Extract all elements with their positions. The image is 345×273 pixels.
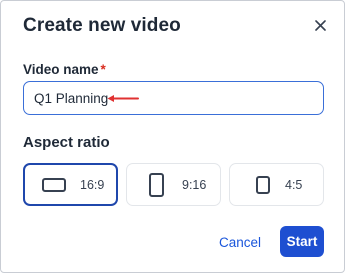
video-name-input[interactable]: Q1 Planning — [23, 81, 324, 115]
landscape-rectangle-icon — [42, 178, 66, 192]
portrait-rectangle-icon — [256, 176, 270, 194]
video-name-label: Video name * — [23, 62, 106, 77]
aspect-option-9-16[interactable]: 9:16 — [126, 163, 221, 206]
aspect-option-label: 9:16 — [182, 178, 207, 192]
red-arrow-left-icon — [107, 95, 139, 102]
portrait-rectangle-icon — [149, 173, 164, 197]
video-name-value: Q1 Planning — [34, 90, 109, 106]
close-button[interactable] — [312, 17, 328, 33]
dialog-title: Create new video — [23, 15, 181, 36]
video-name-label-text: Video name — [23, 62, 99, 77]
start-button[interactable]: Start — [280, 226, 324, 257]
required-marker: * — [100, 62, 106, 77]
aspect-option-label: 4:5 — [285, 178, 303, 192]
close-icon — [314, 19, 326, 31]
create-video-dialog: Create new video Video name * Q1 Planning… — [0, 0, 345, 273]
aspect-option-label: 16:9 — [80, 178, 105, 192]
cancel-button[interactable]: Cancel — [215, 228, 265, 256]
aspect-option-4-5[interactable]: 4:5 — [229, 163, 324, 206]
aspect-option-16-9[interactable]: 16:9 — [23, 163, 118, 206]
aspect-ratio-label: Aspect ratio — [23, 134, 110, 151]
